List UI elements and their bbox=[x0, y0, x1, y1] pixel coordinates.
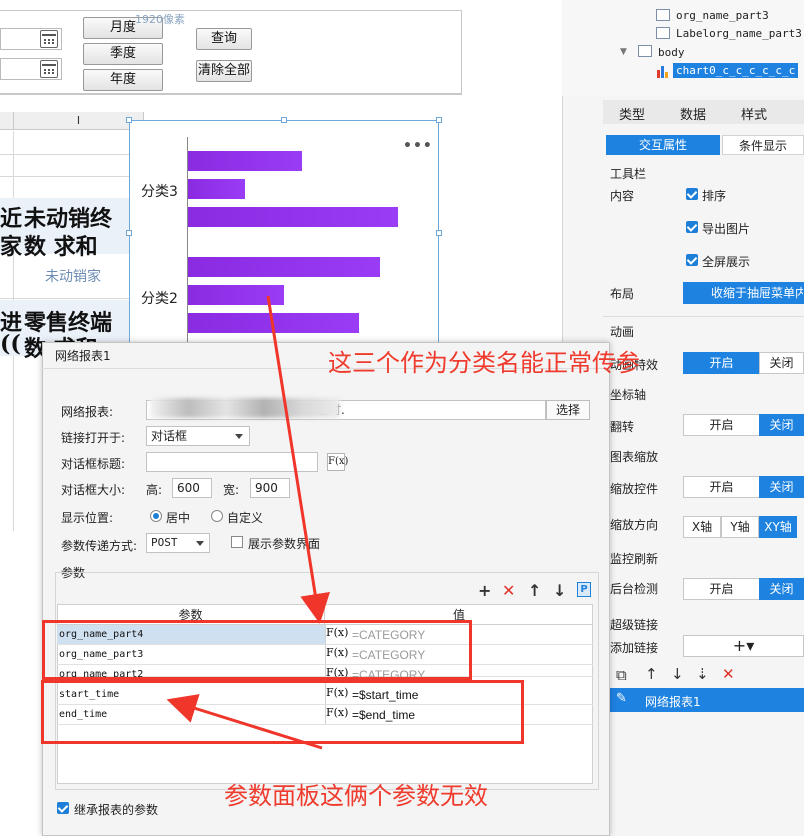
annotation-arrows bbox=[166, 295, 331, 750]
arrow-to-time-params bbox=[166, 694, 323, 750]
arrow-to-category-params bbox=[266, 295, 331, 624]
